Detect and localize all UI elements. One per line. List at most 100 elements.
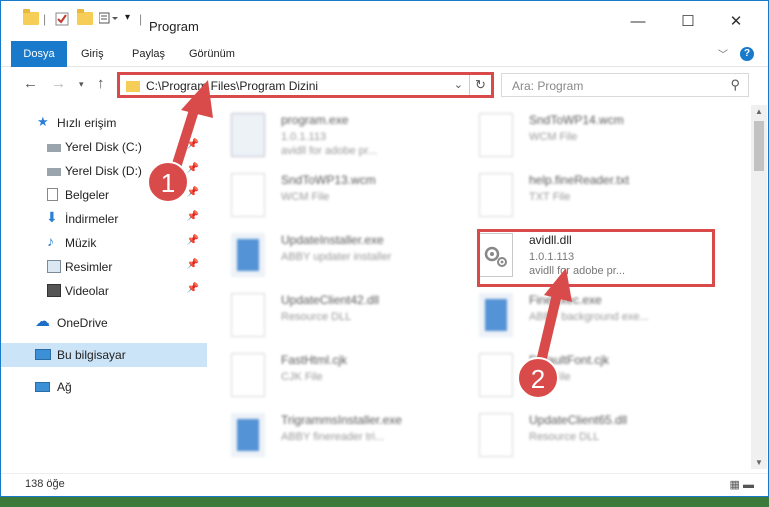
tab-paylas[interactable]: Paylaş: [124, 41, 173, 67]
text-file-icon: [479, 173, 513, 217]
scroll-up-icon[interactable]: ▲: [751, 107, 767, 116]
list-item[interactable]: DefaultFont.cjk CJK File: [471, 347, 711, 407]
sidebar-item-local-disk-d[interactable]: Yerel Disk (D:) 📌: [1, 159, 207, 183]
explorer-window: | ▾ | Program — ☐ ✕ Dosya Giriş Paylaş G…: [0, 0, 769, 497]
installer-file-icon: [231, 233, 265, 277]
tab-giris[interactable]: Giriş: [73, 41, 112, 67]
sidebar-item-downloads[interactable]: ⬇ İndirmeler 📌: [1, 207, 207, 231]
file-type: ABBY background exe...: [529, 311, 649, 323]
scroll-thumb[interactable]: [754, 121, 764, 171]
document-file-icon: [231, 353, 265, 397]
sidebar-item-label: İndirmeler: [65, 212, 119, 226]
sidebar-item-pictures[interactable]: Resimler 📌: [1, 255, 207, 279]
sidebar-item-quick-access[interactable]: ★ Hızlı erişim: [1, 111, 207, 135]
list-item[interactable]: FastHtml.cjk CJK File: [223, 347, 463, 407]
vertical-scrollbar[interactable]: ▲ ▼: [751, 105, 767, 469]
ribbon-tabs: Dosya Giriş Paylaş Görünüm ﹀ ?: [1, 41, 768, 67]
view-icon[interactable]: [99, 12, 121, 24]
sidebar-item-label: Hızlı erişim: [57, 116, 117, 130]
address-bar[interactable]: C:\Program Files\Program Dizini ⌄ ↻: [117, 72, 494, 98]
list-item[interactable]: TrigrammsInstaller.exe ABBY finereader t…: [223, 407, 463, 467]
music-icon: ♪: [47, 233, 54, 249]
sidebar-item-videos[interactable]: Videolar 📌: [1, 279, 207, 303]
file-type: WCM File: [529, 131, 578, 143]
minimize-button[interactable]: —: [615, 11, 661, 33]
new-folder-icon[interactable]: [77, 9, 93, 25]
back-arrow-icon[interactable]: ←: [23, 75, 38, 92]
up-arrow-icon[interactable]: ↑: [97, 75, 105, 92]
file-name: help.fineReader.txt: [529, 173, 630, 187]
sidebar-item-local-disk-c[interactable]: Yerel Disk (C:) 📌: [1, 135, 207, 159]
sidebar-item-label: OneDrive: [57, 316, 108, 330]
documents-icon: [47, 188, 58, 201]
sidebar-item-music[interactable]: ♪ Müzik 📌: [1, 231, 207, 255]
list-item[interactable]: UpdateClient42.dll Resource DLL: [223, 287, 463, 347]
sidebar-item-this-pc[interactable]: Bu bilgisayar: [1, 343, 207, 367]
list-item[interactable]: program.exe 1.0.1.113 avidll for adobe p…: [223, 107, 463, 167]
pin-icon[interactable]: 📌: [187, 283, 199, 294]
search-input[interactable]: Ara: Program ⚲: [501, 73, 749, 97]
file-type: CJK File: [529, 371, 571, 383]
installer-file-icon: [479, 293, 513, 337]
sidebar-item-label: Yerel Disk (C:): [65, 140, 142, 154]
file-type: ABBY finereader tri...: [281, 431, 385, 443]
pin-icon[interactable]: 📌: [187, 259, 199, 270]
dll-file-icon: [231, 293, 265, 337]
forward-arrow-icon[interactable]: →: [51, 75, 66, 92]
address-dropdown-icon[interactable]: ⌄: [454, 78, 463, 91]
pin-icon[interactable]: 📌: [187, 187, 199, 198]
sidebar-item-label: Müzik: [65, 236, 97, 250]
file-name: program.exe: [281, 113, 349, 127]
tab-dosya[interactable]: Dosya: [11, 41, 67, 67]
close-button[interactable]: ✕: [713, 11, 759, 33]
properties-icon[interactable]: [55, 12, 69, 26]
file-type: ABBY updater installer: [281, 251, 392, 263]
expand-ribbon-icon[interactable]: ﹀: [718, 46, 728, 61]
list-item[interactable]: SndToWP14.wcm WCM File: [471, 107, 711, 167]
window-title: Program: [149, 19, 199, 34]
sidebar-item-label: Resimler: [65, 260, 113, 274]
file-name: FastHtml.cjk: [281, 353, 347, 367]
tab-gorunum[interactable]: Görünüm: [181, 41, 243, 67]
document-file-icon: [479, 353, 513, 397]
search-placeholder: Ara: Program: [512, 79, 584, 93]
cloud-icon: ☁: [35, 313, 50, 330]
view-toggle-icons[interactable]: ▦ ▬: [730, 478, 754, 491]
search-icon[interactable]: ⚲: [730, 77, 740, 93]
videos-icon: [47, 284, 61, 297]
list-item[interactable]: SndToWP13.wcm WCM File: [223, 167, 463, 227]
item-count: 138 öğe: [25, 478, 65, 490]
list-item[interactable]: FineExec.exe ABBY background exe...: [471, 287, 711, 347]
sidebar-item-onedrive[interactable]: ☁ OneDrive: [1, 311, 207, 335]
document-file-icon: [479, 113, 513, 157]
help-icon[interactable]: ?: [740, 47, 754, 61]
list-item[interactable]: help.fineReader.txt TXT File: [471, 167, 711, 227]
file-name: UpdateInstaller.exe: [281, 233, 384, 247]
pin-icon[interactable]: 📌: [187, 163, 199, 174]
file-name: SndToWP14.wcm: [529, 113, 624, 127]
pin-icon[interactable]: 📌: [187, 235, 199, 246]
recent-dropdown-icon[interactable]: ▾: [79, 79, 84, 90]
address-path[interactable]: C:\Program Files\Program Dizini: [146, 79, 318, 93]
sidebar-item-label: Bu bilgisayar: [57, 348, 126, 362]
sidebar-item-network[interactable]: Ağ: [1, 375, 207, 399]
drive-icon: [47, 168, 61, 176]
sidebar-item-documents[interactable]: Belgeler 📌: [1, 183, 207, 207]
customize-dropdown-icon[interactable]: ▾: [125, 12, 130, 23]
scroll-down-icon[interactable]: ▼: [751, 458, 767, 467]
pin-icon[interactable]: 📌: [187, 211, 199, 222]
list-item[interactable]: UpdateInstaller.exe ABBY updater install…: [223, 227, 463, 287]
separator-icon: |: [139, 12, 143, 26]
list-item[interactable]: UpdateClient65.dll Resource DLL: [471, 407, 711, 467]
sidebar-item-label: Ağ: [57, 380, 72, 394]
maximize-button[interactable]: ☐: [665, 11, 711, 33]
file-type: CJK File: [281, 371, 323, 383]
file-name: UpdateClient42.dll: [281, 293, 380, 307]
pin-icon[interactable]: 📌: [187, 139, 199, 150]
dll-file-icon: [479, 413, 513, 457]
file-name: FineExec.exe: [529, 293, 602, 307]
avidll-highlight-box: [477, 229, 715, 287]
file-type: Resource DLL: [529, 431, 600, 443]
refresh-icon[interactable]: ↻: [469, 75, 491, 95]
title-bar: | ▾ | Program — ☐ ✕: [1, 1, 768, 39]
